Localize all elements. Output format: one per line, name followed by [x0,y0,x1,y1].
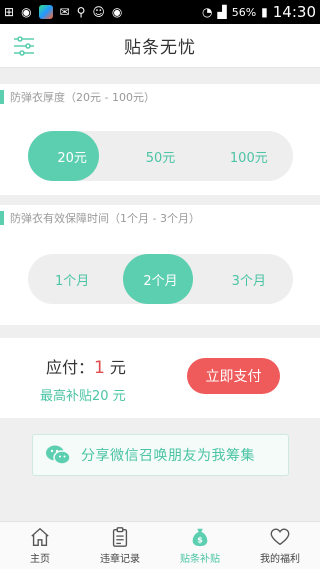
duration-option-3[interactable]: 3个月 [205,254,293,304]
tab-violation-records[interactable]: 违章记录 [80,522,160,569]
battery-icon: ▮ [261,5,268,19]
battery-percent: 56% [231,5,257,19]
wechat-icon [46,445,71,465]
duration-section: 防弹衣有效保障时间（1个月 - 3个月） 1个月 2个月 3个月 [0,205,320,325]
home-icon [31,527,49,546]
amount-due-label: 应付： [46,358,95,377]
armor-option-50[interactable]: 50元 [116,131,204,181]
armor-option-100[interactable]: 100元 [205,131,293,181]
payment-panel: 应付：1 元 最高补贴20 元 立即支付 [0,338,320,418]
clock: 14:30 [272,3,316,21]
tab-ticket-subsidy-label: 贴条补贴 [180,554,220,565]
duration-option-1[interactable]: 1个月 [28,254,116,304]
tab-violation-records-label: 违章记录 [100,554,140,565]
heart-icon [270,528,290,546]
usb-icon: ⚲ [76,5,86,19]
share-wechat-button[interactable]: 分享微信召唤朋友为我筹集 [32,434,289,476]
amount-due-unit: 元 [104,358,126,377]
tab-ticket-subsidy[interactable]: $ 贴条补贴 [160,522,240,569]
armor-section: 防弹衣厚度（20元 - 100元） 20元 50元 100元 [0,84,320,195]
armor-option-20[interactable]: 20元 [28,131,116,181]
app-notification-icon [38,5,53,19]
armor-label: 防弹衣厚度（20元 - 100元） [0,84,320,110]
app-header: 贴条无忧 [0,24,320,68]
tab-my-benefits-label: 我的福利 [260,554,300,565]
emoji-icon: ☺ [92,5,105,19]
duration-option-2[interactable]: 2个月 [116,254,204,304]
duration-label: 防弹衣有效保障时间（1个月 - 3个月） [0,205,320,231]
page-title: 贴条无忧 [124,38,196,58]
duration-selector: 1个月 2个月 3个月 [28,254,293,304]
clipboard-icon [112,527,128,547]
weibo-icon: ◉ [21,5,32,19]
tab-home-label: 主页 [30,554,50,565]
tab-my-benefits[interactable]: 我的福利 [240,522,320,569]
max-subsidy-text: 最高补贴20 元 [40,389,126,404]
money-bag-icon: $ [192,528,208,547]
svg-text:$: $ [197,535,203,545]
amount-due-value: 1 [94,358,105,378]
bottom-tab-bar: 主页 违章记录 $ 贴条补贴 我的福利 [0,521,320,569]
amount-due: 应付：1 元 [46,354,126,378]
signal-icon: ▟ [217,5,227,19]
tab-home[interactable]: 主页 [0,522,80,569]
armor-selector: 20元 50元 100元 [28,131,293,181]
weibo-icon-2: ◉ [111,5,123,19]
pay-now-button[interactable]: 立即支付 [187,358,280,394]
mail-icon: ✉ [59,5,70,19]
add-notification-icon: ⊞ [4,5,15,19]
wifi-icon: ◔ [201,5,213,19]
share-text: 分享微信召唤朋友为我筹集 [81,448,255,464]
settings-sliders-icon[interactable] [12,34,36,58]
status-bar: ⊞ ◉ ✉ ⚲ ☺ ◉ ◔ ▟ 56% ▮ 14:30 [0,0,320,24]
